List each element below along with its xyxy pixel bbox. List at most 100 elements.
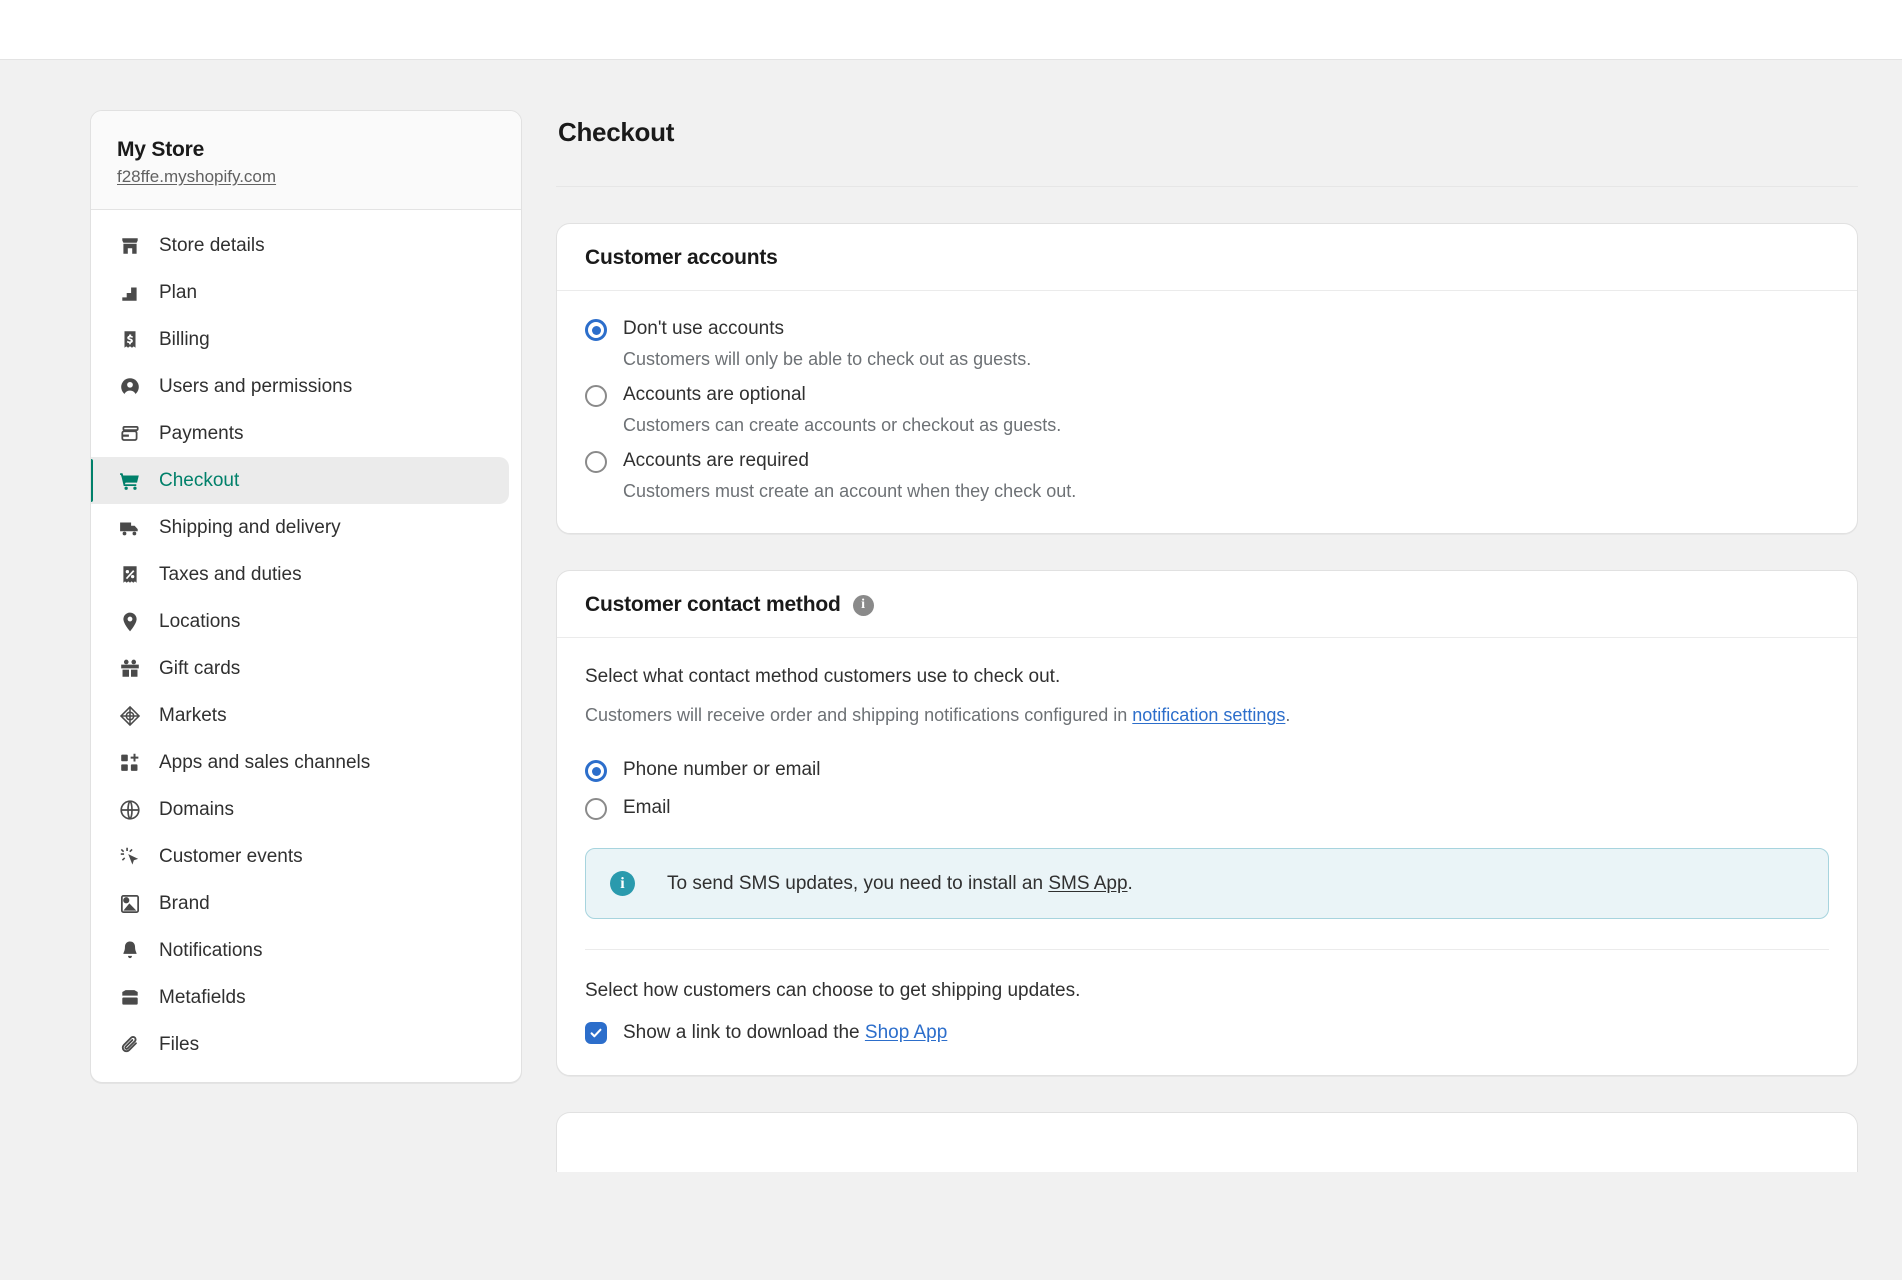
gift-icon <box>117 656 143 682</box>
radio-phone-number-or-email[interactable] <box>585 760 607 782</box>
sidebar-item-label: Locations <box>159 610 241 632</box>
notification-settings-link[interactable]: notification settings <box>1132 705 1285 725</box>
radio-label[interactable]: Accounts are optional <box>623 383 806 407</box>
sidebar-item-apps-and-sales-channels[interactable]: Apps and sales channels <box>91 739 521 786</box>
radio-accounts-optional[interactable] <box>585 385 607 407</box>
taxes-icon <box>117 562 143 588</box>
sms-app-banner: i To send SMS updates, you need to insta… <box>585 848 1829 919</box>
sidebar-item-label: Checkout <box>159 469 240 491</box>
location-pin-icon <box>117 609 143 635</box>
sidebar-item-label: Taxes and duties <box>159 563 302 585</box>
sidebar-item-domains[interactable]: Domains <box>91 786 521 833</box>
radio-label[interactable]: Don't use accounts <box>623 317 784 341</box>
radio-label[interactable]: Email <box>623 796 671 820</box>
sidebar-item-plan[interactable]: Plan <box>91 269 521 316</box>
sms-banner-prefix: To send SMS updates, you need to install… <box>667 872 1049 894</box>
sidebar-item-billing[interactable]: Billing <box>91 316 521 363</box>
sidebar-item-notifications[interactable]: Notifications <box>91 927 521 974</box>
sidebar-item-brand[interactable]: Brand <box>91 880 521 927</box>
page-body: My Store f28ffe.myshopify.com Store deta… <box>0 60 1902 1280</box>
radio-email[interactable] <box>585 798 607 820</box>
customer-contact-method-header: Customer contact method i <box>557 571 1857 638</box>
title-divider <box>556 186 1858 187</box>
metafields-icon <box>117 985 143 1011</box>
contact-method-options: Phone number or email Email <box>585 758 1829 820</box>
sidebar-item-label: Plan <box>159 281 198 303</box>
checkbox-show-shop-app-link[interactable] <box>585 1022 607 1044</box>
checkbox-label[interactable]: Show a link to download the Shop App <box>623 1021 947 1045</box>
sms-banner-suffix: . <box>1127 872 1133 894</box>
info-icon[interactable]: i <box>852 594 874 616</box>
main-content: Checkout Customer accounts Don't use acc… <box>556 110 1858 1172</box>
contact-method-intro: Select what contact method customers use… <box>585 666 1061 687</box>
sidebar-item-label: Gift cards <box>159 657 241 679</box>
page-title: Checkout <box>558 117 675 147</box>
customer-accounts-header: Customer accounts <box>557 224 1857 291</box>
shop-app-prefix: Show a link to download the <box>623 1022 865 1043</box>
sidebar-item-customer-events[interactable]: Customer events <box>91 833 521 880</box>
customer-events-icon <box>117 844 143 870</box>
sidebar-item-locations[interactable]: Locations <box>91 598 521 645</box>
radio-label[interactable]: Accounts are required <box>623 449 809 473</box>
sidebar-item-label: Domains <box>159 798 234 820</box>
sidebar-item-checkout[interactable]: Checkout <box>91 457 509 504</box>
sidebar-item-label: Metafields <box>159 986 246 1008</box>
apps-icon <box>117 750 143 776</box>
plan-icon <box>117 280 143 306</box>
truck-icon <box>117 515 143 541</box>
sms-app-link[interactable]: SMS App <box>1048 873 1127 894</box>
sidebar-item-metafields[interactable]: Metafields <box>91 974 521 1021</box>
sidebar-item-taxes-and-duties[interactable]: Taxes and duties <box>91 551 521 598</box>
sidebar-item-payments[interactable]: Payments <box>91 410 521 457</box>
radio-label[interactable]: Phone number or email <box>623 758 821 782</box>
radio-accounts-required[interactable] <box>585 451 607 473</box>
section-divider <box>585 949 1829 950</box>
store-icon <box>117 233 143 259</box>
sidebar-item-label: Billing <box>159 328 210 350</box>
markets-icon <box>117 703 143 729</box>
sms-banner-text: To send SMS updates, you need to install… <box>667 872 1133 896</box>
notification-settings-text: Customers will receive order and shippin… <box>585 703 1829 728</box>
sidebar-item-store-details[interactable]: Store details <box>91 222 521 269</box>
notification-settings-prefix: Customers will receive order and shippin… <box>585 705 1133 725</box>
top-bar <box>0 0 1902 60</box>
card-title: Customer accounts <box>585 246 778 269</box>
settings-sidebar: My Store f28ffe.myshopify.com Store deta… <box>90 110 522 1083</box>
settings-nav: Store details Plan Billing Users and per… <box>91 210 521 1082</box>
sidebar-item-files[interactable]: Files <box>91 1021 521 1068</box>
sidebar-item-gift-cards[interactable]: Gift cards <box>91 645 521 692</box>
account-option-required[interactable]: Accounts are required <box>585 449 1829 473</box>
paperclip-icon <box>117 1032 143 1058</box>
sidebar-item-label: Brand <box>159 892 210 914</box>
sidebar-item-label: Markets <box>159 704 227 726</box>
sidebar-item-label: Notifications <box>159 939 263 961</box>
globe-icon <box>117 797 143 823</box>
sidebar-item-label: Users and permissions <box>159 375 353 397</box>
account-option-optional[interactable]: Accounts are optional <box>585 383 1829 407</box>
payments-icon <box>117 421 143 447</box>
store-url-link[interactable]: f28ffe.myshopify.com <box>117 167 276 187</box>
checkout-cart-icon <box>117 468 143 494</box>
contact-option-email[interactable]: Email <box>585 796 1829 820</box>
bell-icon <box>117 938 143 964</box>
users-icon <box>117 374 143 400</box>
radio-dont-use-accounts[interactable] <box>585 319 607 341</box>
notification-settings-suffix: . <box>1285 705 1291 725</box>
account-option-help: Customers must create an account when th… <box>623 481 1077 501</box>
account-option-dont-use[interactable]: Don't use accounts <box>585 317 1829 341</box>
shipping-updates-block: Select how customers can choose to get s… <box>585 978 1829 1045</box>
info-icon: i <box>610 871 635 896</box>
sidebar-item-users-and-permissions[interactable]: Users and permissions <box>91 363 521 410</box>
sidebar-item-markets[interactable]: Markets <box>91 692 521 739</box>
brand-icon <box>117 891 143 917</box>
contact-option-phone-or-email[interactable]: Phone number or email <box>585 758 1829 782</box>
customer-contact-method-card: Customer contact method i Select what co… <box>556 570 1858 1076</box>
sidebar-item-label: Store details <box>159 234 265 256</box>
shop-app-checkbox-row[interactable]: Show a link to download the Shop App <box>585 1021 1829 1045</box>
sidebar-item-shipping-and-delivery[interactable]: Shipping and delivery <box>91 504 521 551</box>
next-card-partial <box>556 1112 1858 1172</box>
shop-app-link[interactable]: Shop App <box>865 1022 947 1043</box>
sidebar-item-label: Customer events <box>159 845 303 867</box>
card-title: Customer contact method <box>585 593 841 616</box>
app-root: My Store f28ffe.myshopify.com Store deta… <box>0 0 1902 1280</box>
